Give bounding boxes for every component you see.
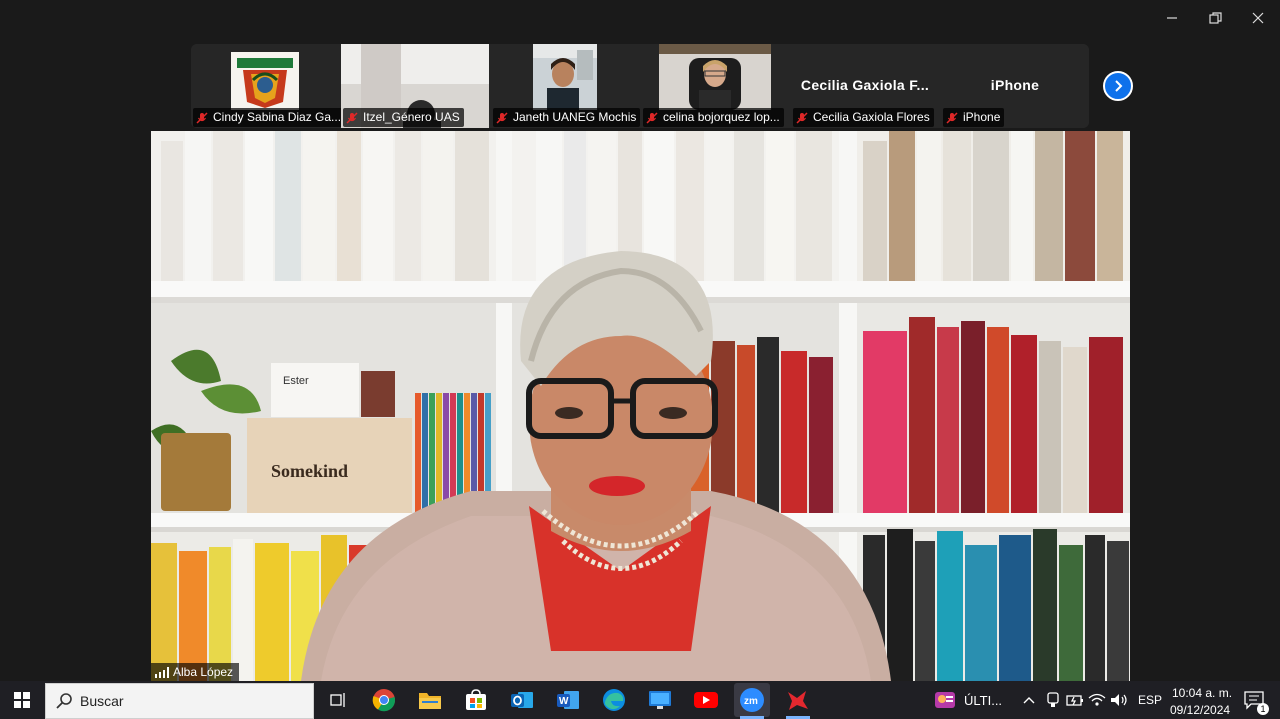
taskbar-edge[interactable] [596,683,632,717]
participant-video [533,44,597,110]
participant-name-tag: iPhone [943,108,1005,127]
participant-tile[interactable]: Janeth UANEG Mochis [491,44,641,128]
participant-name-tag: Itzel_Género UAS [343,108,464,127]
tray-volume-button[interactable] [1108,683,1130,717]
active-speaker-name: Alba López [173,665,234,679]
taskbar-outlook[interactable] [504,683,540,717]
zoom-icon: zm [740,688,764,712]
restore-icon [1208,11,1222,24]
minimize-icon [1167,17,1177,19]
mic-muted-icon [796,111,808,124]
usb-device-icon [1047,692,1059,707]
taskbar-news-app[interactable]: ÚLTI... [934,683,1006,717]
speaker-video-frame: Ester Somekind [151,131,1130,681]
participant-name: celina bojorquez lop... [663,110,780,124]
zoom-meeting-icon [788,691,808,710]
news-app-label: ÚLTI... [964,692,1003,708]
taskbar-search-box[interactable]: Buscar [45,683,314,719]
store-icon [466,689,486,710]
search-icon [56,693,72,709]
box-label-somekind: Somekind [271,461,348,481]
folder-icon [419,693,441,709]
participant-name-tag: celina bojorquez lop... [643,108,784,127]
participant-video [231,52,299,110]
mic-muted-icon [196,111,208,124]
participant-tile[interactable]: Cecilia Gaxiola F... Cecilia Gaxiola Flo… [791,44,939,128]
book-title-ester: Ester [283,375,309,387]
edge-icon [603,689,625,711]
participant-tile[interactable]: iPhone iPhone [941,44,1089,128]
participant-video-frame [659,44,771,110]
taskbar-youtube[interactable] [688,683,724,717]
active-speaker-name-tag: Alba López [151,663,240,681]
clock-time[interactable]: 10:04 a. m. [1172,686,1232,700]
word-icon: W [557,691,579,709]
mic-muted-icon [346,111,358,124]
taskbar-remote-desktop[interactable] [642,683,678,717]
gallery-next-button[interactable] [1103,71,1133,101]
svg-text:W: W [559,696,569,707]
mic-muted-icon [496,111,508,124]
outlook-icon [511,692,533,708]
participant-gallery: Cindy Sabina Diaz Ga... Itzel_Género UAS [191,44,1089,128]
signal-bars-icon [155,666,169,678]
participant-name: iPhone [963,110,1001,124]
taskbar-word[interactable]: W [550,683,586,717]
remote-desktop-icon [649,691,671,709]
task-view-button[interactable] [320,683,356,717]
participant-video [659,44,771,110]
wifi-icon [1088,693,1106,706]
participant-tile[interactable]: celina bojorquez lop... [641,44,789,128]
taskbar-chrome[interactable] [366,683,402,717]
participant-name: Cecilia Gaxiola Flores [813,110,930,124]
show-hidden-icons-button[interactable] [1018,683,1040,717]
restore-button[interactable] [1195,6,1235,30]
start-button[interactable] [4,683,40,717]
taskbar-microsoft-store[interactable] [458,683,494,717]
participant-name-tag: Cindy Sabina Diaz Ga... [193,108,344,127]
taskbar-file-explorer[interactable] [412,683,448,717]
svg-text:zm: zm [744,696,758,707]
windows-logo-icon [14,692,30,708]
participant-name: Janeth UANEG Mochis [513,110,637,124]
battery-charging-icon [1066,695,1083,706]
chevron-up-icon [1023,697,1035,704]
tray-device-icon-button[interactable] [1042,683,1064,717]
keyboard-language-indicator[interactable]: ESP [1138,693,1162,707]
taskbar-zoom[interactable]: zm [734,683,770,717]
youtube-icon [694,692,718,708]
news-app-icon [935,692,955,708]
minimize-button[interactable] [1152,6,1192,30]
participant-name-tag: Cecilia Gaxiola Flores [793,108,934,127]
tray-battery-button[interactable] [1064,683,1086,717]
notification-center-button[interactable]: 1 [1236,683,1272,717]
mic-muted-icon [646,111,658,124]
participant-tile[interactable]: Cindy Sabina Diaz Ga... [191,44,344,128]
participant-tile[interactable]: Itzel_Género UAS [341,44,489,128]
taskbar-zoom-meeting[interactable] [780,683,816,717]
participant-name: Cindy Sabina Diaz Ga... [213,110,342,124]
search-placeholder: Buscar [80,693,124,709]
participant-display-name: Cecilia Gaxiola F... [800,77,930,93]
university-logo-icon [231,52,299,110]
close-button[interactable] [1238,6,1278,30]
task-view-icon [330,693,345,707]
chrome-icon [372,689,396,712]
mic-muted-icon [946,111,958,124]
chevron-right-icon [1115,80,1123,92]
participant-name-tag: Janeth UANEG Mochis [493,108,641,127]
participant-name: Itzel_Género UAS [363,110,460,124]
tray-network-button[interactable] [1086,683,1108,717]
participant-video-frame [533,44,597,110]
active-speaker-video[interactable]: Ester Somekind Alba López [151,131,1130,681]
close-icon [1252,12,1264,24]
participant-display-name: iPhone [990,77,1040,93]
notification-badge: 1 [1257,703,1269,715]
clock-date[interactable]: 09/12/2024 [1170,703,1230,717]
speaker-volume-icon [1111,694,1127,706]
